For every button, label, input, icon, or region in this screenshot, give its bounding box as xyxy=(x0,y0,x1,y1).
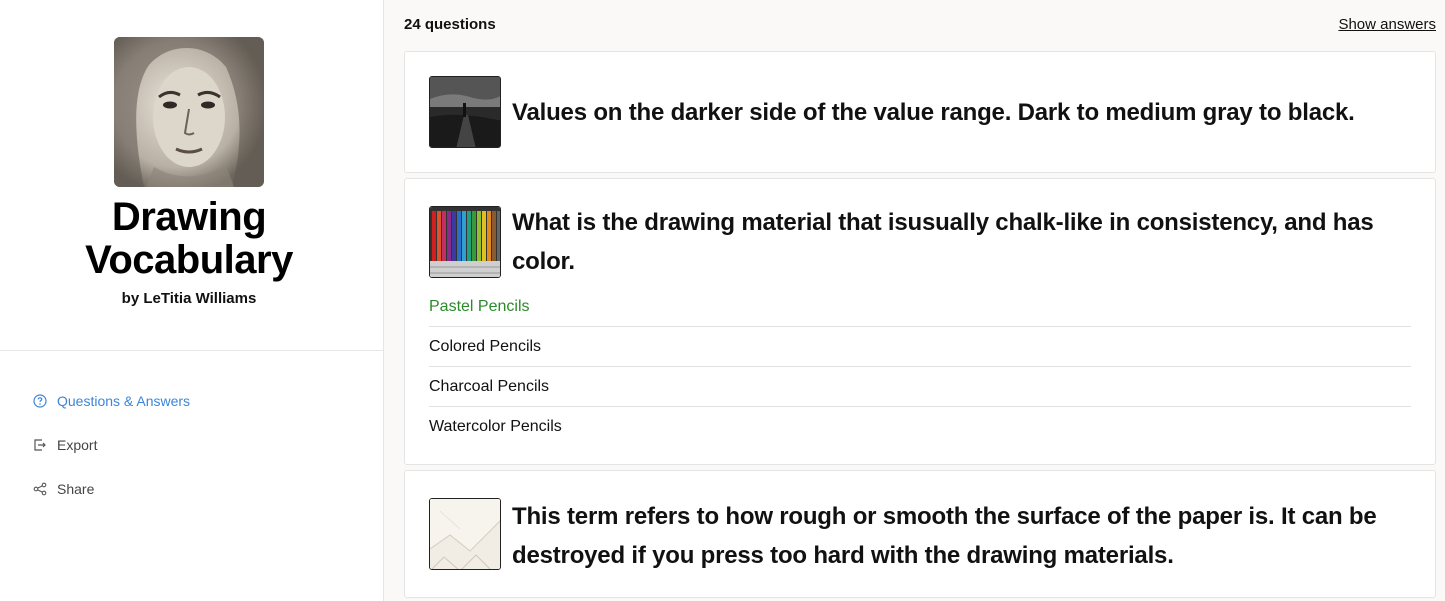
nav-item-export[interactable]: Export xyxy=(32,434,190,456)
nav-label-export: Export xyxy=(57,437,98,453)
main-content: 24 questions Show answers Values on the … xyxy=(384,0,1445,601)
nav-label-share: Share xyxy=(57,481,95,497)
answer-option: Watercolor Pencils xyxy=(429,418,562,435)
sidebar: Drawing Vocabulary by LeTitia Williams Q… xyxy=(0,0,384,601)
question-card: Values on the darker side of the value r… xyxy=(404,51,1436,173)
deck-author: by LeTitia Williams xyxy=(121,290,257,307)
sidebar-nav: Questions & Answers Export Share xyxy=(32,390,190,522)
nav-label-questions-answers: Questions & Answers xyxy=(57,393,191,409)
answer-list: Pastel Pencils Colored Pencils Charcoal … xyxy=(429,287,1411,447)
show-answers-link[interactable]: Show answers xyxy=(1338,16,1436,33)
question-circle-icon xyxy=(32,393,48,409)
question-text: This term refers to how rough or smooth … xyxy=(512,503,1377,569)
deck-title-line2: Vocabulary xyxy=(85,238,293,282)
answer-option: Colored Pencils xyxy=(429,327,1411,367)
nav-item-questions-answers[interactable]: Questions & Answers xyxy=(32,390,190,412)
question-image xyxy=(429,206,501,278)
sidebar-divider xyxy=(0,350,383,351)
answer-option-correct: Pastel Pencils xyxy=(429,287,1411,327)
question-text: Values on the darker side of the value r… xyxy=(512,99,1355,126)
question-image xyxy=(429,76,501,148)
deck-cover-image xyxy=(114,37,264,187)
question-image xyxy=(429,498,501,570)
nav-item-share[interactable]: Share xyxy=(32,478,190,500)
question-count: 24 questions xyxy=(404,16,496,33)
question-card: This term refers to how rough or smooth … xyxy=(404,470,1436,598)
share-icon xyxy=(32,481,48,497)
question-text: What is the drawing material that isusua… xyxy=(512,209,1374,275)
answer-option: Charcoal Pencils xyxy=(429,367,1411,407)
deck-title-line1: Drawing xyxy=(111,195,267,239)
question-card: What is the drawing material that isusua… xyxy=(404,178,1436,465)
export-icon xyxy=(32,437,48,453)
deck-title: Drawing Vocabulary xyxy=(0,196,378,282)
